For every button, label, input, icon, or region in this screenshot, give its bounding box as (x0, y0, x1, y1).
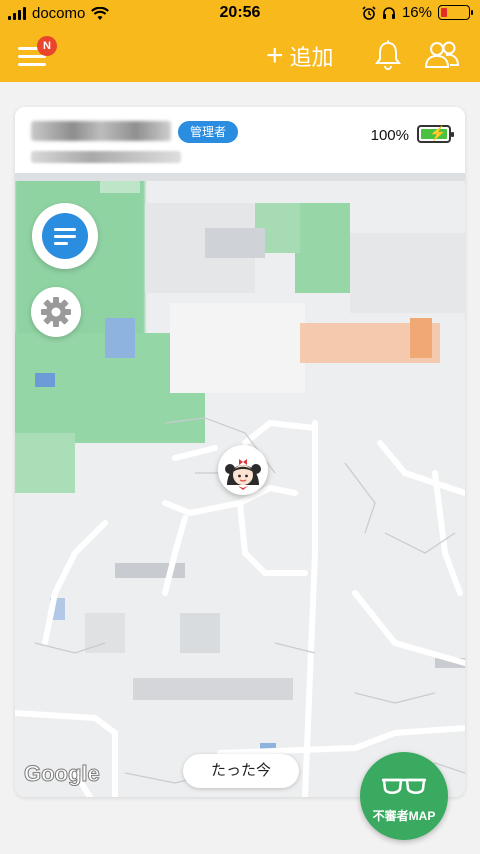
suspicious-map-button[interactable]: 不審者MAP (360, 752, 448, 840)
settings-button[interactable] (31, 287, 81, 337)
top-bar: docomo 20:56 16% N + 追加 (0, 0, 480, 82)
device-name-redacted (31, 121, 171, 141)
suspicious-map-label: 不審者MAP (372, 809, 436, 823)
gear-icon (41, 297, 71, 327)
bell-icon[interactable] (374, 40, 402, 70)
header: N + 追加 (0, 30, 480, 80)
admin-badge: 管理者 (178, 121, 239, 143)
google-attribution: Google (24, 761, 101, 787)
battery-percent: 16% (401, 4, 432, 21)
card-header: 管理者 100% ⚡ (15, 107, 465, 173)
device-battery-text: 100% (370, 127, 409, 144)
group-icon[interactable] (424, 40, 460, 70)
map-view[interactable]: Google たった今 (15, 173, 465, 797)
last-updated-label: たった今 (183, 754, 299, 788)
chat-icon (42, 213, 88, 259)
status-bar: docomo 20:56 16% (0, 0, 480, 28)
child-avatar-icon (225, 459, 261, 490)
battery-icon (438, 5, 473, 20)
charging-battery-icon: ⚡ (417, 125, 454, 143)
notification-badge: N (37, 36, 57, 56)
alarm-icon (362, 5, 376, 20)
plus-icon: + (266, 39, 284, 72)
chat-button[interactable] (32, 203, 98, 269)
glasses-icon (382, 778, 426, 794)
address-redacted (31, 151, 181, 163)
add-label: 追加 (289, 45, 334, 70)
child-location-marker[interactable] (218, 445, 268, 495)
headphones-icon (382, 6, 395, 19)
add-button[interactable]: + 追加 (266, 40, 334, 72)
device-card[interactable]: 管理者 100% ⚡ Google たった今 (15, 107, 465, 797)
